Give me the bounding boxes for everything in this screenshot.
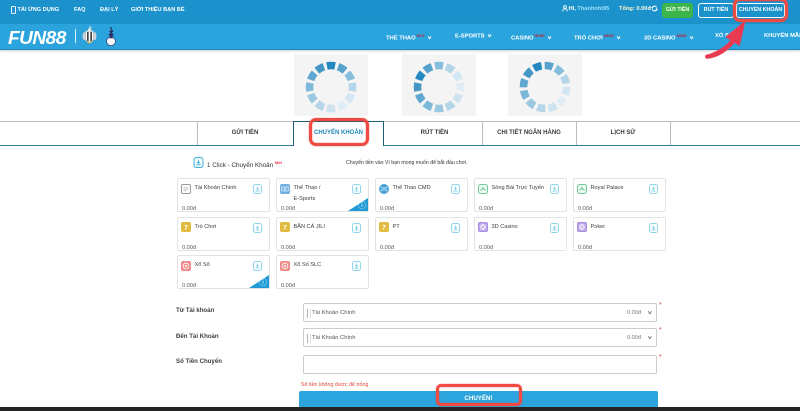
- svg-text:7: 7: [283, 225, 287, 232]
- svg-text:7: 7: [382, 225, 386, 232]
- svg-text:7: 7: [184, 225, 188, 232]
